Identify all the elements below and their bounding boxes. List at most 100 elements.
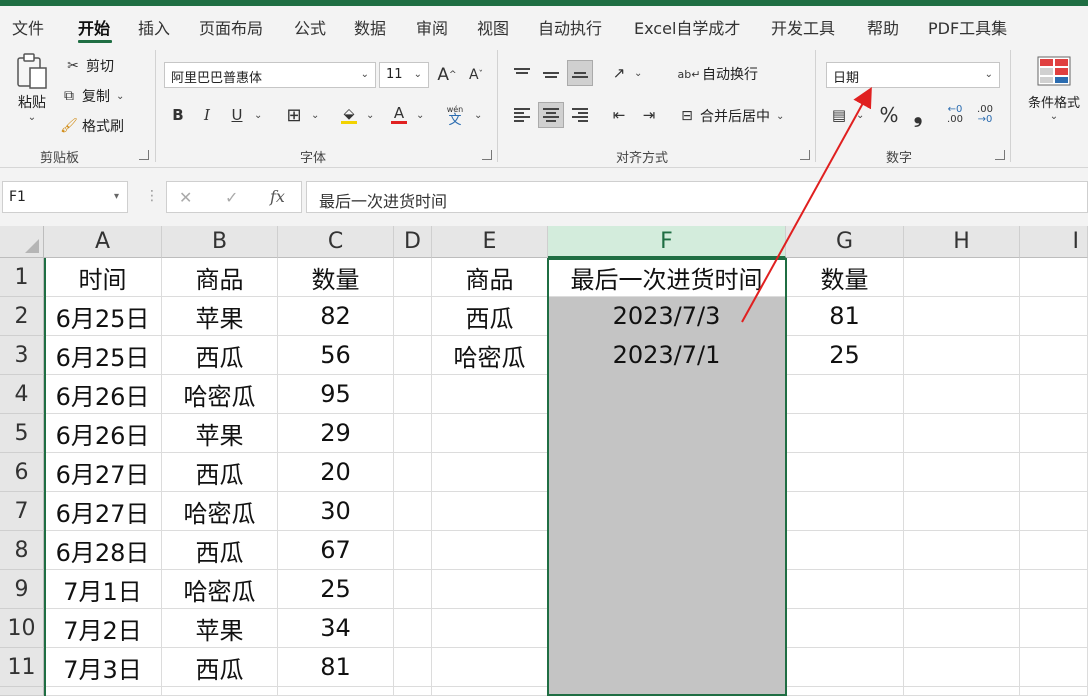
format-painter-button[interactable]: 🖌 格式刷	[60, 116, 124, 136]
cell-i6[interactable]	[1020, 453, 1088, 492]
bold-button[interactable]: B	[165, 102, 191, 128]
fill-color-button[interactable]: ⬙	[336, 102, 362, 128]
cell-b3[interactable]: 西瓜	[162, 336, 278, 375]
row-header-8[interactable]: 8	[0, 531, 44, 570]
cell-f3[interactable]: 2023/7/1	[548, 336, 786, 375]
column-header-c[interactable]: C	[278, 226, 394, 258]
cell-h11[interactable]	[904, 648, 1020, 687]
row-header-3[interactable]: 3	[0, 336, 44, 375]
cell-i11[interactable]	[1020, 648, 1088, 687]
column-header-f[interactable]: F	[548, 226, 786, 258]
cell-g11[interactable]	[786, 648, 904, 687]
font-name-combo[interactable]: 阿里巴巴普惠体 ⌄	[164, 62, 376, 88]
cell-e5[interactable]	[432, 414, 548, 453]
cell-a5[interactable]: 6月26日	[44, 414, 162, 453]
cell-e12[interactable]	[432, 687, 548, 696]
tab-review[interactable]: 审阅	[416, 15, 448, 39]
cell-c5[interactable]: 29	[278, 414, 394, 453]
cell-a12[interactable]	[44, 687, 162, 696]
merge-center-button[interactable]: ⊟ 合并后居中 ⌄	[678, 106, 784, 126]
cell-f11[interactable]	[548, 648, 786, 687]
formula-input[interactable]: 最后一次进货时间	[306, 181, 1088, 213]
font-color-button[interactable]: A	[386, 102, 412, 128]
cell-g2[interactable]: 81	[786, 297, 904, 336]
cell-f5[interactable]	[548, 414, 786, 453]
clipboard-launcher-icon[interactable]	[139, 150, 149, 160]
cell-a10[interactable]: 7月2日	[44, 609, 162, 648]
cell-i12[interactable]	[1020, 687, 1088, 696]
cell-c3[interactable]: 56	[278, 336, 394, 375]
align-right-button[interactable]	[567, 102, 593, 128]
cell-h9[interactable]	[904, 570, 1020, 609]
decrease-decimal-button[interactable]: .00 →0	[972, 102, 998, 128]
cell-d9[interactable]	[394, 570, 432, 609]
chevron-down-icon[interactable]: ⌄	[311, 110, 319, 121]
cell-g9[interactable]	[786, 570, 904, 609]
cell-g10[interactable]	[786, 609, 904, 648]
cell-g3[interactable]: 25	[786, 336, 904, 375]
shrink-font-button[interactable]: Aˇ	[463, 62, 489, 88]
cell-d4[interactable]	[394, 375, 432, 414]
cell-d11[interactable]	[394, 648, 432, 687]
italic-button[interactable]: I	[194, 102, 220, 128]
number-format-combo[interactable]: 日期 ⌄	[826, 62, 1000, 88]
cell-c8[interactable]: 67	[278, 531, 394, 570]
cell-a3[interactable]: 6月25日	[44, 336, 162, 375]
cell-h2[interactable]	[904, 297, 1020, 336]
percent-style-button[interactable]: %	[876, 102, 902, 128]
cell-a9[interactable]: 7月1日	[44, 570, 162, 609]
cell-e11[interactable]	[432, 648, 548, 687]
tab-data[interactable]: 数据	[354, 15, 386, 39]
cut-button[interactable]: ✂ 剪切	[64, 56, 114, 76]
column-header-g[interactable]: G	[786, 226, 904, 258]
tab-help[interactable]: 帮助	[867, 15, 899, 39]
tab-page-layout[interactable]: 页面布局	[199, 15, 263, 39]
row-header-11[interactable]: 11	[0, 648, 44, 687]
cell-b10[interactable]: 苹果	[162, 609, 278, 648]
enter-icon[interactable]: ✓	[225, 188, 238, 207]
cell-g12[interactable]	[786, 687, 904, 696]
align-left-button[interactable]	[509, 102, 535, 128]
font-launcher-icon[interactable]	[482, 150, 492, 160]
cell-f2[interactable]: 2023/7/3	[548, 297, 786, 336]
cell-g6[interactable]	[786, 453, 904, 492]
row-header-6[interactable]: 6	[0, 453, 44, 492]
column-header-b[interactable]: B	[162, 226, 278, 258]
cell-i10[interactable]	[1020, 609, 1088, 648]
column-header-i[interactable]: I	[1020, 226, 1088, 258]
cell-b11[interactable]: 西瓜	[162, 648, 278, 687]
cell-b9[interactable]: 哈密瓜	[162, 570, 278, 609]
tab-file[interactable]: 文件	[12, 15, 44, 39]
cell-b8[interactable]: 西瓜	[162, 531, 278, 570]
number-launcher-icon[interactable]	[995, 150, 1005, 160]
insert-function-icon[interactable]: fx	[270, 187, 285, 206]
row-header-10[interactable]: 10	[0, 609, 44, 648]
cell-f4[interactable]	[548, 375, 786, 414]
cell-a6[interactable]: 6月27日	[44, 453, 162, 492]
row-header-9[interactable]: 9	[0, 570, 44, 609]
cell-c7[interactable]: 30	[278, 492, 394, 531]
align-bottom-button[interactable]	[567, 60, 593, 86]
cell-d8[interactable]	[394, 531, 432, 570]
cell-f1[interactable]: 最后一次进货时间	[548, 258, 786, 297]
cell-d10[interactable]	[394, 609, 432, 648]
cell-c6[interactable]: 20	[278, 453, 394, 492]
column-header-e[interactable]: E	[432, 226, 548, 258]
align-middle-button[interactable]	[538, 60, 564, 86]
underline-button[interactable]: U	[224, 102, 250, 128]
cell-f9[interactable]	[548, 570, 786, 609]
cancel-icon[interactable]: ✕	[179, 188, 192, 207]
row-header-2[interactable]: 2	[0, 297, 44, 336]
cell-e6[interactable]	[432, 453, 548, 492]
cell-f6[interactable]	[548, 453, 786, 492]
cell-c2[interactable]: 82	[278, 297, 394, 336]
chevron-down-icon[interactable]: ⌄	[366, 110, 374, 121]
tab-excel-self-learning[interactable]: Excel自学成才	[634, 15, 740, 39]
row-header-1[interactable]: 1	[0, 258, 44, 297]
borders-button[interactable]: ⊞	[281, 102, 307, 128]
alignment-launcher-icon[interactable]	[800, 150, 810, 160]
cell-e9[interactable]	[432, 570, 548, 609]
font-size-combo[interactable]: 11 ⌄	[379, 62, 429, 88]
cell-i1[interactable]	[1020, 258, 1088, 297]
cell-c4[interactable]: 95	[278, 375, 394, 414]
